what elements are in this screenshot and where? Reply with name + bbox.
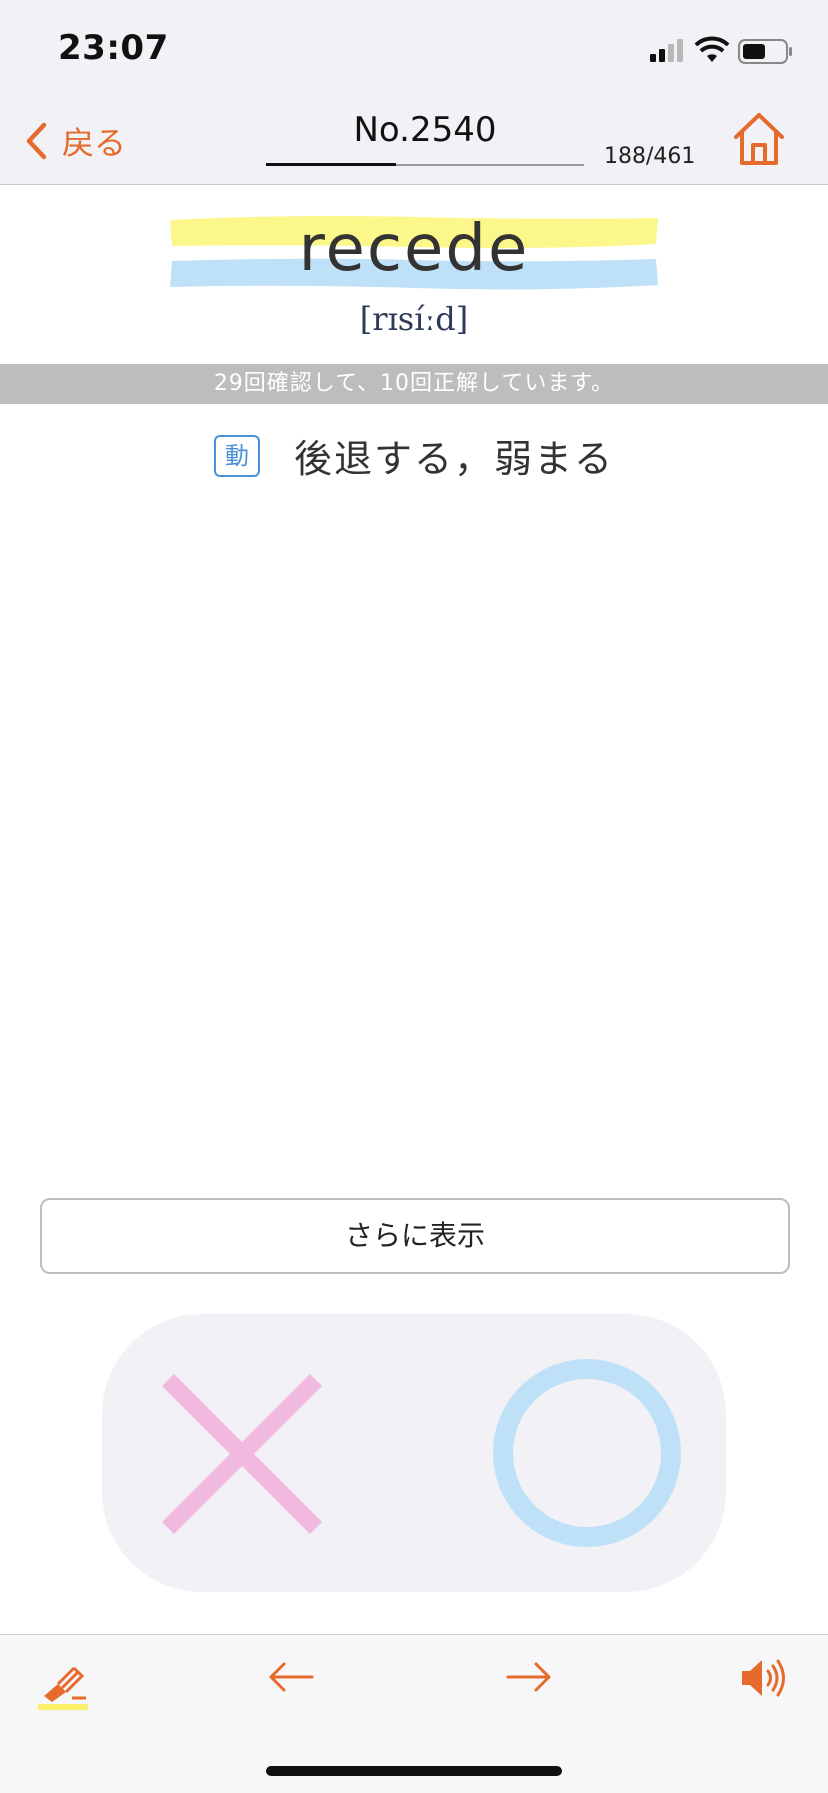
status-icons bbox=[650, 36, 792, 64]
stats-bar: 29回確認して、10回正解しています。 bbox=[0, 364, 828, 404]
battery-icon bbox=[738, 39, 792, 64]
back-button[interactable]: 戻る bbox=[24, 116, 126, 166]
circle-mark-icon[interactable] bbox=[492, 1358, 682, 1548]
home-indicator bbox=[266, 1766, 562, 1776]
home-icon[interactable] bbox=[730, 110, 788, 168]
progress-fill bbox=[266, 163, 397, 166]
status-time: 23:07 bbox=[58, 28, 169, 68]
chevron-left-icon bbox=[26, 122, 47, 160]
speaker-icon[interactable] bbox=[740, 1656, 786, 1700]
wifi-icon bbox=[694, 36, 730, 62]
card-counter: 188/461 bbox=[604, 144, 696, 169]
progress-bar bbox=[266, 163, 584, 166]
meaning-text: 後退する，弱まる bbox=[293, 437, 614, 481]
show-more-button[interactable]: さらに表示 bbox=[40, 1198, 790, 1274]
marker-color-indicator bbox=[38, 1704, 88, 1710]
meaning-row: 動 後退する，弱まる bbox=[0, 428, 828, 483]
signal-icon bbox=[650, 39, 683, 62]
pronunciation: [rɪsíːd] bbox=[359, 300, 469, 338]
headword: recede bbox=[298, 212, 530, 286]
arrow-left-icon[interactable] bbox=[268, 1660, 314, 1694]
arrow-right-icon[interactable] bbox=[506, 1660, 552, 1694]
back-label: 戻る bbox=[62, 124, 127, 162]
part-of-speech-badge: 動 bbox=[213, 434, 260, 477]
page-title: No.2540 bbox=[353, 110, 497, 150]
cross-mark-icon[interactable] bbox=[160, 1372, 324, 1536]
